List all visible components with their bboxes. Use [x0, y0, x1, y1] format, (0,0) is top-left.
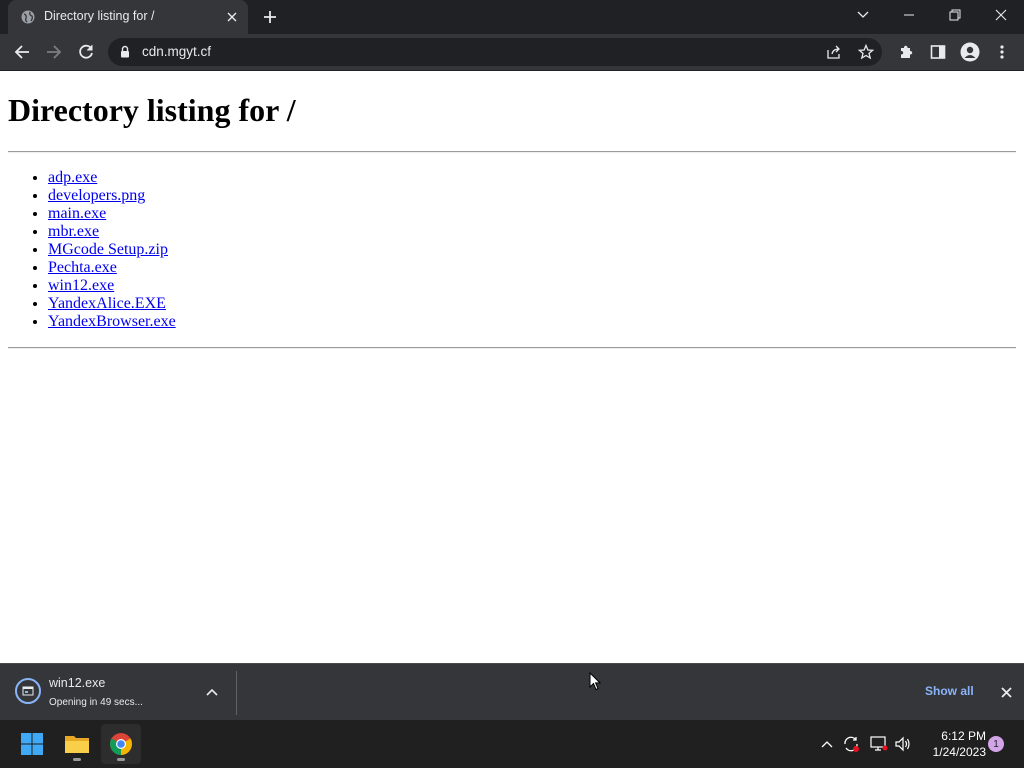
list-item: YandexBrowser.exe — [48, 313, 176, 331]
download-shelf: win12.exe Opening in 49 secs... Show all — [0, 663, 1024, 721]
list-item: adp.exe — [48, 169, 176, 187]
list-item: YandexAlice.EXE — [48, 295, 176, 313]
tab-strip: Directory listing for / — [0, 0, 1024, 34]
chrome-button[interactable] — [101, 724, 141, 764]
side-panel-button[interactable] — [924, 38, 952, 66]
close-shelf-button[interactable] — [998, 684, 1014, 700]
download-item[interactable] — [15, 678, 41, 704]
new-tab-button[interactable] — [259, 6, 281, 28]
bookmark-star-icon[interactable] — [856, 42, 876, 62]
clock[interactable]: 6:12 PM 1/24/2023 — [920, 728, 986, 760]
kebab-menu-icon — [1000, 45, 1004, 59]
chevron-up-icon — [206, 688, 218, 696]
network-icon[interactable] — [868, 732, 890, 756]
list-item: win12.exe — [48, 277, 176, 295]
file-link[interactable]: adp.exe — [48, 169, 97, 186]
chrome-icon — [110, 733, 132, 755]
chevron-down-icon — [857, 11, 869, 18]
browser-tab[interactable]: Directory listing for / — [8, 0, 248, 34]
restore-icon — [949, 9, 961, 21]
download-status: Opening in 49 secs... — [49, 697, 143, 708]
file-explorer-button[interactable] — [57, 724, 97, 764]
address-bar[interactable]: cdn.mgyt.cf — [108, 38, 882, 66]
arrow-right-icon — [47, 45, 62, 59]
volume-icon[interactable] — [892, 732, 914, 756]
list-item: main.exe — [48, 205, 176, 223]
shelf-separator — [236, 671, 237, 715]
list-item: Pechta.exe — [48, 259, 176, 277]
tab-search-button[interactable] — [841, 0, 885, 30]
minimize-button[interactable] — [887, 0, 931, 30]
file-list: adp.exe developers.png main.exe mbr.exe … — [8, 169, 176, 331]
list-item: mbr.exe — [48, 223, 176, 241]
executable-file-icon — [22, 686, 34, 696]
file-link[interactable]: YandexBrowser.exe — [48, 313, 176, 330]
close-icon — [1000, 686, 1012, 698]
clock-date: 1/24/2023 — [932, 745, 986, 759]
taskbar: 6:12 PM 1/24/2023 — [0, 720, 1024, 768]
back-button[interactable] — [8, 38, 36, 66]
running-indicator — [117, 758, 125, 761]
close-window-button[interactable] — [979, 0, 1023, 30]
arrow-left-icon — [14, 45, 29, 59]
profile-button[interactable] — [956, 38, 984, 66]
sync-status-icon[interactable] — [840, 732, 862, 756]
file-link[interactable]: MGcode Setup.zip — [48, 241, 168, 258]
folder-icon — [65, 736, 89, 753]
url-text[interactable]: cdn.mgyt.cf — [142, 44, 211, 59]
forward-button[interactable] — [40, 38, 68, 66]
show-all-button[interactable]: Show all — [925, 684, 974, 698]
tab-close-icon[interactable] — [224, 9, 240, 25]
menu-button[interactable] — [988, 38, 1016, 66]
plus-icon — [264, 11, 276, 23]
chevron-up-icon — [821, 741, 833, 748]
divider — [8, 347, 1016, 349]
mouse-cursor-icon — [589, 671, 602, 696]
list-item: MGcode Setup.zip — [48, 241, 176, 259]
puzzle-icon — [901, 45, 913, 58]
list-item: developers.png — [48, 187, 176, 205]
side-panel-icon — [930, 45, 946, 59]
avatar-icon — [960, 42, 980, 62]
globe-icon — [21, 10, 35, 24]
lock-icon[interactable] — [120, 45, 130, 63]
file-link[interactable]: mbr.exe — [48, 223, 99, 240]
file-link[interactable]: Pechta.exe — [48, 259, 117, 276]
file-link[interactable]: main.exe — [48, 205, 106, 222]
close-icon — [995, 9, 1007, 21]
divider — [8, 151, 1016, 153]
show-hidden-icons-button[interactable] — [816, 732, 838, 756]
restore-button[interactable] — [933, 0, 977, 30]
page-content: Directory listing for / adp.exe develope… — [0, 71, 1024, 663]
start-button[interactable] — [12, 724, 52, 764]
clock-time: 6:12 PM — [941, 729, 986, 743]
file-link[interactable]: win12.exe — [48, 277, 114, 294]
extensions-button[interactable] — [892, 38, 920, 66]
download-options-button[interactable] — [204, 684, 220, 700]
share-icon[interactable] — [824, 42, 844, 62]
tab-title: Directory listing for / — [44, 9, 155, 23]
page-title: Directory listing for / — [8, 92, 296, 128]
file-link[interactable]: YandexAlice.EXE — [48, 295, 166, 312]
notification-badge[interactable]: 1 — [988, 736, 1004, 752]
minimize-icon — [904, 14, 914, 16]
reload-button[interactable] — [72, 38, 100, 66]
reload-icon — [79, 44, 93, 59]
running-indicator — [73, 758, 81, 761]
download-file-name[interactable]: win12.exe — [49, 676, 105, 690]
windows-logo-icon — [21, 733, 43, 755]
browser-toolbar: cdn.mgyt.cf — [0, 34, 1024, 71]
file-link[interactable]: developers.png — [48, 187, 145, 204]
